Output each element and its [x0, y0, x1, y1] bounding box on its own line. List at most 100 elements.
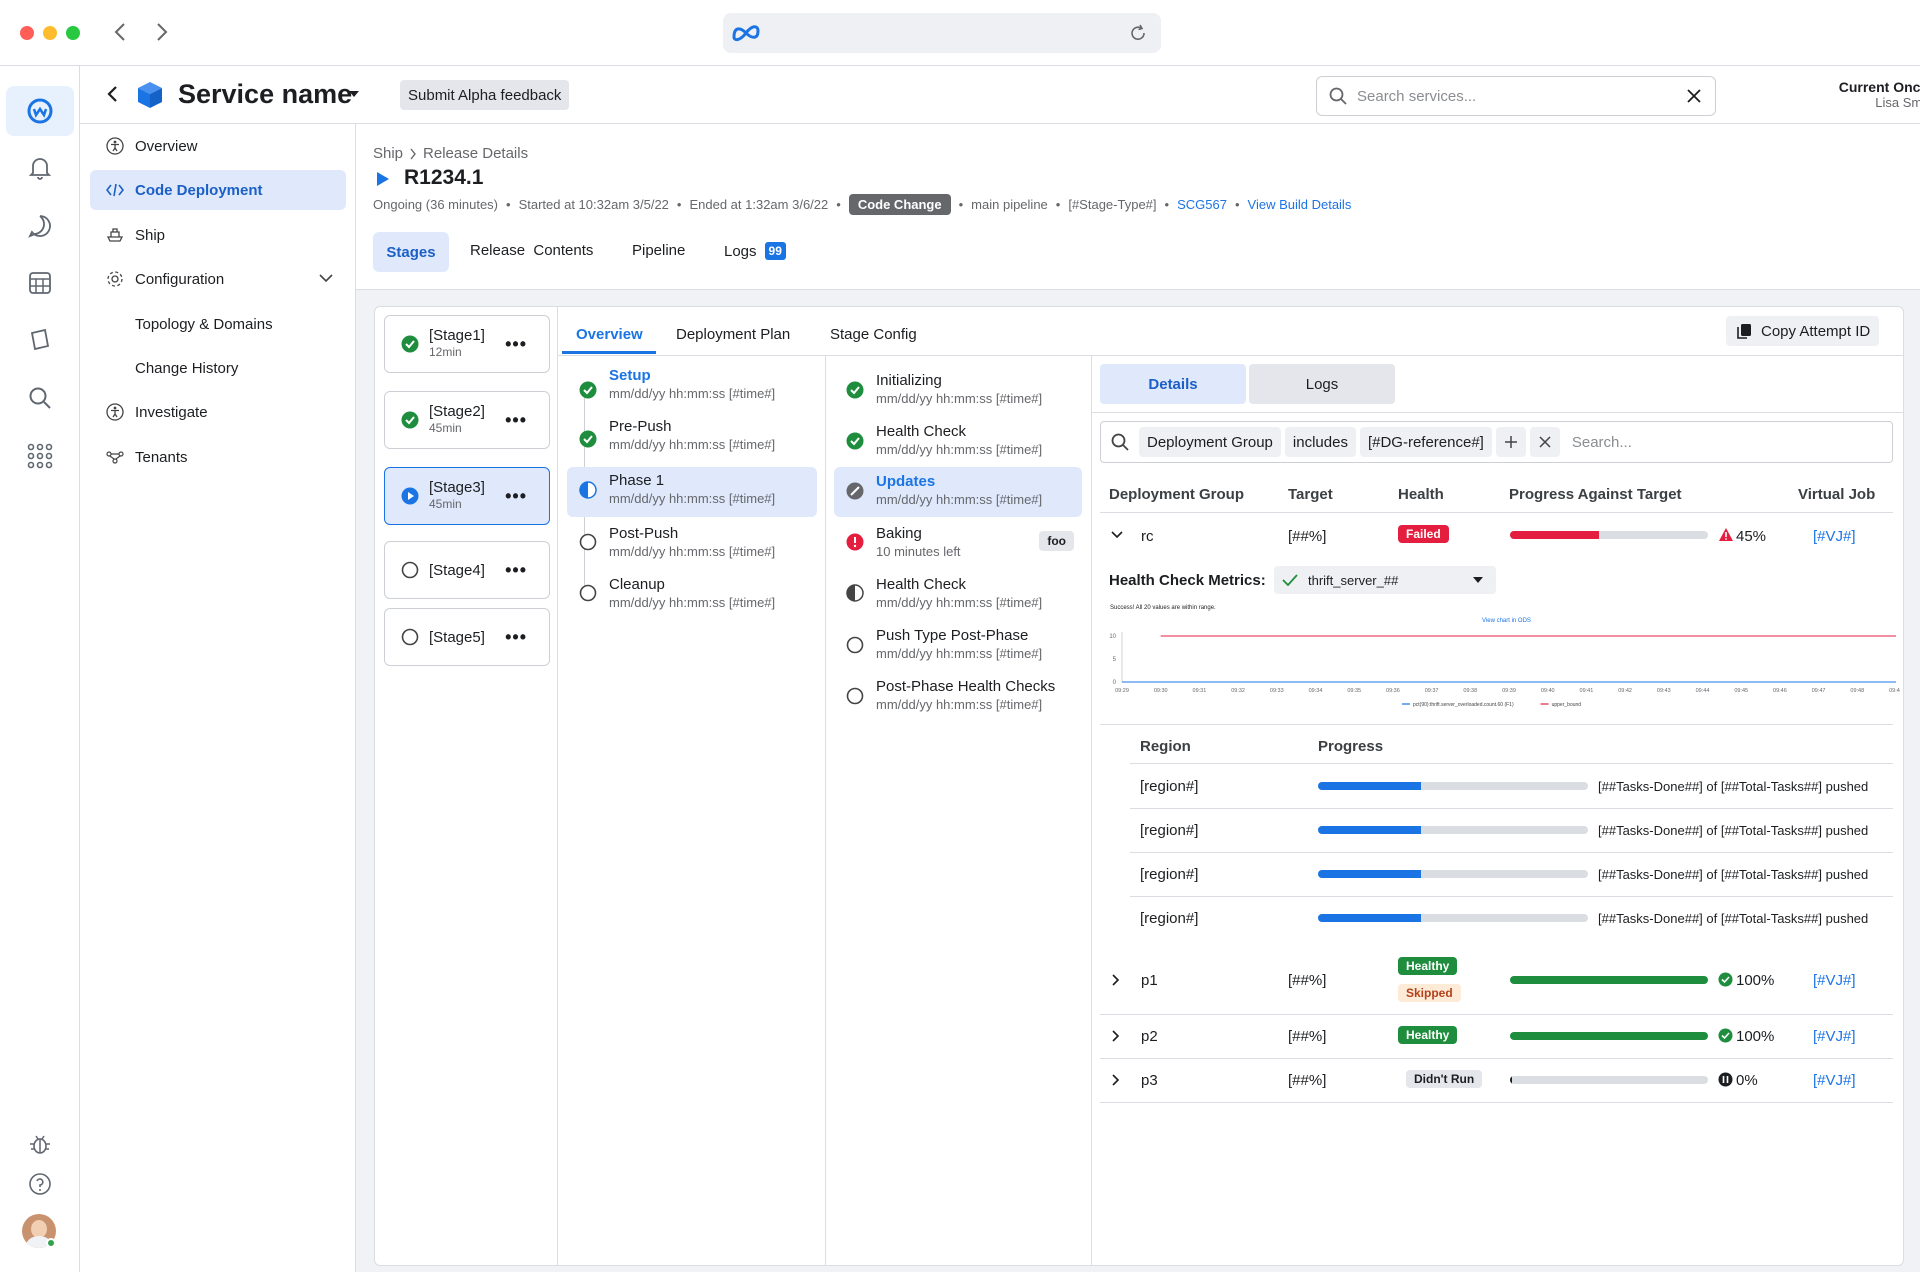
nav-change-history[interactable]: Change History — [90, 348, 346, 388]
service-search-input[interactable]: Search services... — [1316, 76, 1716, 116]
details-tab[interactable]: Details — [1100, 364, 1246, 404]
stage-item-selected[interactable]: [Stage3] 45min ••• — [384, 467, 550, 525]
region-name: [region#] — [1140, 778, 1199, 795]
chevron-right-icon[interactable] — [1112, 1074, 1120, 1086]
tab-deployment-plan[interactable]: Deployment Plan — [676, 326, 790, 343]
phase-item[interactable]: Setup mm/dd/yy hh:mm:ss [#time#] — [567, 367, 817, 417]
phase-item[interactable]: Pre-Push mm/dd/yy hh:mm:ss [#time#] — [567, 418, 817, 468]
virtual-job-link[interactable]: [#VJ#] — [1813, 1072, 1856, 1089]
stage-item[interactable]: [Stage1] 12min ••• — [384, 315, 550, 373]
oncall-name[interactable]: Lisa Smith — [1760, 95, 1920, 110]
table-row[interactable]: rc [##%] Failed 45% [#VJ#] — [1100, 514, 1893, 558]
submit-feedback-button[interactable]: Submit Alpha feedback — [400, 80, 570, 110]
filter-value-chip[interactable]: [#DG-reference#] — [1359, 427, 1492, 457]
more-options-icon[interactable]: ••• — [505, 410, 527, 431]
metrics-select[interactable]: thrift_server_## — [1274, 566, 1496, 594]
more-options-icon[interactable]: ••• — [505, 627, 527, 648]
tab-overview[interactable]: Overview — [576, 326, 643, 343]
tab-pipeline[interactable]: Pipeline — [632, 242, 685, 259]
nav-topology-domains[interactable]: Topology & Domains — [90, 304, 346, 344]
phase-item[interactable]: Post-Push mm/dd/yy hh:mm:ss [#time#] — [567, 525, 817, 575]
step-item[interactable]: Baking 10 minutes left foo — [834, 525, 1082, 575]
step-item[interactable]: Initializing mm/dd/yy hh:mm:ss [#time#] — [834, 372, 1084, 422]
bug-report-icon[interactable] — [20, 1124, 60, 1164]
more-options-icon[interactable]: ••• — [505, 334, 527, 355]
step-item[interactable]: Health Check mm/dd/yy hh:mm:ss [#time#] — [834, 423, 1084, 473]
region-row[interactable]: [region#] [##Tasks-Done##] of [##Total-T… — [1130, 896, 1893, 940]
col-deployment-group[interactable]: Deployment Group — [1109, 486, 1244, 503]
reload-icon[interactable] — [1129, 24, 1147, 42]
clear-search-icon[interactable] — [1687, 89, 1701, 103]
maximize-window-icon[interactable] — [66, 26, 80, 40]
notebook-icon[interactable] — [20, 320, 60, 360]
nav-overview[interactable]: Overview — [90, 126, 346, 166]
caret-down-icon[interactable] — [348, 90, 360, 98]
step-item[interactable]: Health Check mm/dd/yy hh:mm:ss [#time#] — [834, 576, 1084, 626]
filter-field-chip[interactable]: Deployment Group — [1139, 427, 1281, 457]
copy-attempt-id-button[interactable]: Copy Attempt ID — [1726, 316, 1880, 346]
col-region[interactable]: Region — [1140, 738, 1191, 755]
tab-release-contents[interactable]: Release Contents — [470, 242, 593, 259]
stage-item[interactable]: [Stage2] 45min ••• — [384, 391, 550, 449]
chat-bubble-icon[interactable] — [20, 206, 60, 246]
col-virtual-job[interactable]: Virtual Job — [1798, 486, 1875, 503]
col-health[interactable]: Health — [1398, 486, 1444, 503]
col-target[interactable]: Target — [1288, 486, 1333, 503]
help-icon[interactable] — [20, 1164, 60, 1204]
back-chevron-icon[interactable] — [106, 84, 120, 104]
tab-logs[interactable]: Logs 99 — [724, 242, 786, 260]
minimize-window-icon[interactable] — [43, 26, 57, 40]
remove-filter-icon[interactable] — [1529, 427, 1560, 457]
notifications-bell-icon[interactable] — [20, 148, 60, 188]
chevron-right-icon[interactable] — [1112, 974, 1120, 986]
tab-stage-config[interactable]: Stage Config — [830, 326, 917, 343]
nav-code-deployment[interactable]: Code Deployment — [90, 170, 346, 210]
filter-bar[interactable]: Deployment Group includes [#DG-reference… — [1100, 421, 1893, 463]
stage-item[interactable]: [Stage4] ••• — [384, 541, 550, 599]
table-icon[interactable] — [20, 263, 60, 303]
forward-arrow-icon[interactable] — [152, 20, 172, 44]
col-progress[interactable]: Progress Against Target — [1509, 486, 1682, 503]
table-row[interactable]: p3 [##%] Didn't Run 0% [#VJ#] — [1100, 1059, 1893, 1102]
tab-stages[interactable]: Stages — [373, 232, 449, 272]
virtual-job-link[interactable]: [#VJ#] — [1813, 528, 1856, 545]
phase-item-selected[interactable]: Phase 1 mm/dd/yy hh:mm:ss [#time#] — [567, 467, 817, 517]
table-row[interactable]: p2 [##%] Healthy 100% [#VJ#] — [1100, 1015, 1893, 1058]
chevron-down-icon[interactable] — [318, 273, 334, 283]
region-row[interactable]: [region#] [##Tasks-Done##] of [##Total-T… — [1130, 808, 1893, 852]
virtual-job-link[interactable]: [#VJ#] — [1813, 972, 1856, 989]
stage-item[interactable]: [Stage5] ••• — [384, 608, 550, 666]
table-row[interactable]: p1 [##%] Healthy Skipped 100% [#VJ#] — [1100, 948, 1893, 1014]
virtual-job-link[interactable]: [#VJ#] — [1813, 1028, 1856, 1045]
nav-configuration[interactable]: Configuration — [90, 259, 346, 299]
region-row[interactable]: [region#] [##Tasks-Done##] of [##Total-T… — [1130, 764, 1893, 808]
logs-tab[interactable]: Logs — [1249, 364, 1395, 404]
close-window-icon[interactable] — [20, 26, 34, 40]
more-options-icon[interactable]: ••• — [505, 486, 527, 507]
nav-ship[interactable]: Ship — [90, 215, 346, 255]
breadcrumb-ship[interactable]: Ship — [373, 145, 403, 162]
nav-investigate[interactable]: Investigate — [90, 392, 346, 432]
workplace-logo-icon[interactable] — [20, 91, 60, 131]
col-region-progress[interactable]: Progress — [1318, 738, 1383, 755]
view-build-details-link[interactable]: View Build Details — [1248, 197, 1352, 212]
step-item-selected[interactable]: Updates mm/dd/yy hh:mm:ss [#time#] — [834, 467, 1082, 517]
apps-grid-icon[interactable] — [20, 436, 60, 476]
filter-search-input[interactable]: Search... — [1572, 434, 1632, 451]
add-filter-icon[interactable] — [1495, 427, 1526, 457]
region-row[interactable]: [region#] [##Tasks-Done##] of [##Total-T… — [1130, 852, 1893, 896]
chevron-right-icon[interactable] — [1112, 1030, 1120, 1042]
chevron-down-icon[interactable] — [1111, 531, 1123, 539]
filter-operator-chip[interactable]: includes — [1284, 427, 1356, 457]
more-options-icon[interactable]: ••• — [505, 560, 527, 581]
scg-link[interactable]: SCG567 — [1177, 197, 1227, 212]
step-item[interactable]: Post-Phase Health Checks mm/dd/yy hh:mm:s… — [834, 678, 1084, 728]
nav-tenants[interactable]: Tenants — [90, 437, 346, 477]
back-arrow-icon[interactable] — [110, 20, 130, 44]
step-item[interactable]: Push Type Post-Phase mm/dd/yy hh:mm:ss [#… — [834, 627, 1084, 677]
search-icon[interactable] — [20, 378, 60, 418]
service-name-title[interactable]: Service name — [178, 79, 352, 110]
url-bar[interactable] — [723, 13, 1161, 53]
region-progress-text: [##Tasks-Done##] of [##Total-Tasks##] pu… — [1598, 779, 1869, 794]
phase-item[interactable]: Cleanup mm/dd/yy hh:mm:ss [#time#] — [567, 576, 817, 626]
